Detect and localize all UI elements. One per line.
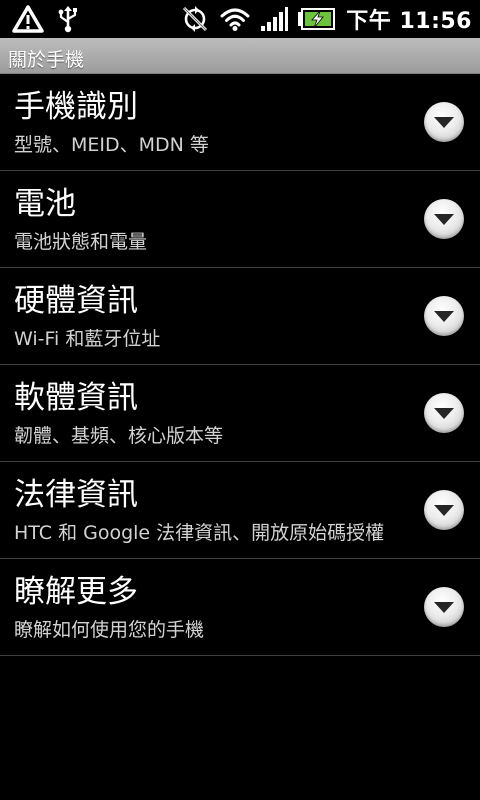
list-item-subtitle: HTC 和 Google 法律資訊、開放原始碼授權 [14,522,385,544]
list-item-subtitle: 瞭解如何使用您的手機 [14,619,205,641]
expand-button[interactable] [424,393,464,433]
signal-icon [261,7,289,31]
expand-button[interactable] [424,102,464,142]
list-item-title: 法律資訊 [14,477,138,513]
list-item-hardware-info[interactable]: 硬體資訊 Wi-Fi 和藍牙位址 [0,268,480,365]
list-item-title: 軟體資訊 [14,380,138,416]
list-item-subtitle: 韌體、基頻、核心版本等 [14,425,224,447]
chevron-down-icon [434,214,454,225]
expand-button[interactable] [424,587,464,627]
list-item-title: 手機識別 [14,89,138,125]
alert-icon [12,5,44,33]
list-item-software-info[interactable]: 軟體資訊 韌體、基頻、核心版本等 [0,365,480,462]
chevron-down-icon [434,311,454,322]
list-item-title: 瞭解更多 [14,574,138,610]
status-clock: 下午 11:56 [346,9,472,34]
chevron-down-icon [434,505,454,516]
battery-charging-icon [298,8,336,30]
list-item-legal-info[interactable]: 法律資訊 HTC 和 Google 法律資訊、開放原始碼授權 [0,462,480,559]
list-item-subtitle: 型號、MEID、MDN 等 [14,134,209,156]
wifi-icon [220,8,250,31]
sync-off-icon [183,6,208,32]
list-item-phone-identity[interactable]: 手機識別 型號、MEID、MDN 等 [0,74,480,171]
chevron-down-icon [434,408,454,419]
list-item-title: 電池 [14,186,76,222]
notification-area[interactable] [12,4,80,34]
expand-button[interactable] [424,490,464,530]
list-item-learn-more[interactable]: 瞭解更多 瞭解如何使用您的手機 [0,559,480,656]
status-bar[interactable]: 下午 11:56 [0,0,480,38]
expand-button[interactable] [424,296,464,336]
chevron-down-icon [434,602,454,613]
list-item-subtitle: 電池狀態和電量 [14,231,148,253]
title-bar: 關於手機 [0,38,480,74]
expand-button[interactable] [424,199,464,239]
list-item-title: 硬體資訊 [14,283,138,319]
list-item-battery[interactable]: 電池 電池狀態和電量 [0,171,480,268]
list-item-subtitle: Wi-Fi 和藍牙位址 [14,328,161,350]
chevron-down-icon [434,117,454,128]
settings-list: 手機識別 型號、MEID、MDN 等 電池 電池狀態和電量 硬體資訊 Wi-Fi… [0,74,480,656]
usb-icon [58,6,77,33]
page-title: 關於手機 [8,49,85,71]
system-icons: 下午 11:56 [180,0,472,38]
